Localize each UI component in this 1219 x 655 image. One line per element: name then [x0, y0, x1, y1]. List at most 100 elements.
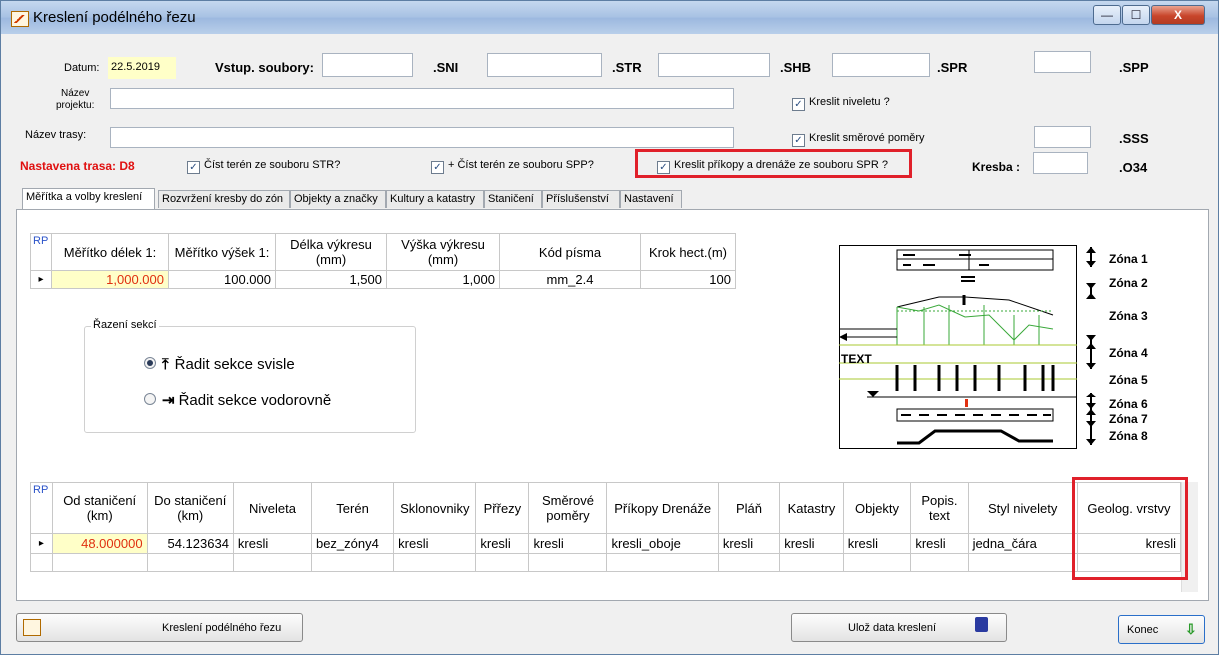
kreslit-smerove-label: Kreslit směrové poměry [809, 132, 925, 144]
kresleni-button-label: Kreslení podélného řezu [162, 622, 282, 634]
cell-delka-vykresu[interactable]: 1,500 [275, 270, 387, 289]
col-prirezy[interactable]: Přřezy [475, 482, 530, 534]
tab-staniceni[interactable]: Staničení [484, 190, 542, 208]
cell-popis-text[interactable]: kresli [910, 533, 969, 554]
nazev-trasy-field[interactable] [110, 127, 734, 148]
diagram-text-label: TEXT [841, 352, 872, 366]
spp-file-field[interactable] [1034, 51, 1091, 73]
cell-do-staniceni[interactable]: 54.123634 [146, 533, 234, 554]
col-teren[interactable]: Terén [310, 482, 395, 534]
radio-selected-icon [144, 357, 156, 369]
kreslit-smerove-checkbox[interactable]: ✓ Kreslit směrové poměry [792, 132, 925, 147]
main-window: Kreslení podélného řezu — ☐ X Datum: 22.… [0, 0, 1219, 655]
radio-razeni-vodorovne[interactable]: ⇥ Řadit sekce vodorovně [144, 391, 331, 409]
ext-str-label: .STR [612, 60, 642, 75]
radio-razeni-svisle[interactable]: ⤒ Řadit sekce svisle [144, 356, 295, 373]
sni-file-field[interactable] [322, 53, 413, 77]
cell-sklonovniky[interactable]: kresli [393, 533, 477, 554]
col-sklonovniky[interactable]: Sklonovniky [393, 482, 477, 534]
tab-kultury[interactable]: Kultury a katastry [386, 190, 484, 208]
cell-teren[interactable]: bez_zóny4 [310, 533, 395, 554]
row-selector-icon[interactable]: ▸ [30, 270, 52, 289]
col-smerove-pomery[interactable]: Směrové poměry [528, 482, 608, 534]
col-plan[interactable]: Pláň [717, 482, 781, 534]
check-icon: ✓ [792, 98, 805, 111]
col-meritko-vysek[interactable]: Měřítko výšek 1: [168, 233, 276, 271]
cell-vyska-vykresu[interactable]: 1,000 [386, 270, 500, 289]
datum-field[interactable]: 22.5.2019 [108, 57, 176, 79]
uloz-data-kresleni-button[interactable]: Ulož data kreslení [791, 613, 1007, 642]
col-prikopy-drenaze[interactable]: Příkopy Drenáže [606, 482, 719, 534]
cell-plan[interactable]: kresli [717, 533, 781, 554]
col-niveleta[interactable]: Niveleta [232, 482, 312, 534]
zone-6-label: Zóna 6 [1109, 397, 1148, 411]
konec-button[interactable]: Konec ⇩ [1118, 615, 1205, 644]
cell-styl-nivelety[interactable]: jedna_čára [967, 533, 1078, 554]
tab-nastaveni[interactable]: Nastavení [620, 190, 682, 208]
scale-rp-header: RP [30, 233, 52, 271]
nazev-projektu-label-1: Název [61, 88, 90, 99]
col-objekty[interactable]: Objekty [842, 482, 912, 534]
col-kod-pisma[interactable]: Kód písma [499, 233, 641, 271]
col-popis-text[interactable]: Popis. text [910, 482, 969, 534]
ext-sss-label: .SSS [1119, 131, 1149, 146]
razeni-sekci-group [84, 326, 416, 433]
kreslit-prikopy-checkbox[interactable]: ✓ Kreslit příkopy a drenáže ze souboru SP… [657, 159, 888, 174]
razeni-svisle-label: Řadit sekce svisle [174, 356, 295, 373]
col-delka-vykresu[interactable]: Délka výkresu (mm) [275, 233, 387, 271]
col-styl-nivelety[interactable]: Styl nivelety [967, 482, 1078, 534]
cell-prirezy[interactable]: kresli [475, 533, 530, 554]
col-od-staniceni[interactable]: Od staničení (km) [51, 482, 148, 534]
tab-meritka[interactable]: Měřítka a volby kreslení [22, 188, 155, 209]
cell-objekty[interactable]: kresli [842, 533, 912, 554]
check-icon: ✓ [187, 161, 200, 174]
cell-krok-hect[interactable]: 100 [640, 270, 736, 289]
cell-kod-pisma[interactable]: mm_2.4 [499, 270, 641, 289]
cell-meritko-delek[interactable]: 1,000.000 [51, 270, 169, 289]
cell-smerove-pomery[interactable]: kresli [528, 533, 608, 554]
col-do-staniceni[interactable]: Do staničení (km) [146, 482, 234, 534]
tab-rozvrzeni[interactable]: Rozvržení kresby do zón [158, 190, 290, 208]
zone-5-label: Zóna 5 [1109, 373, 1148, 387]
sections-data-row[interactable]: ▸ 48.000000 54.123634 kresli bez_zóny4 k… [30, 533, 1182, 554]
cell-katastry[interactable]: kresli [779, 533, 844, 554]
nazev-projektu-field[interactable] [110, 88, 734, 109]
shb-file-field[interactable] [658, 53, 770, 77]
col-katastry[interactable]: Katastry [779, 482, 844, 534]
cell-prikopy-drenaze[interactable]: kresli_oboje [606, 533, 719, 554]
check-icon: ✓ [657, 161, 670, 174]
str-file-field[interactable] [487, 53, 602, 77]
col-meritko-delek[interactable]: Měřítko délek 1: [51, 233, 169, 271]
arrow-right-bar-icon: ⇥ [162, 392, 175, 409]
tab-prislusenstvi[interactable]: Příslušenství [542, 190, 620, 208]
kresba-field[interactable] [1033, 152, 1088, 174]
scale-data-row[interactable]: ▸ 1,000.000 100.000 1,500 1,000 mm_2.4 1… [30, 270, 736, 289]
cist-teren-spp-checkbox[interactable]: ✓ + Číst terén ze souboru SPP? [431, 159, 594, 174]
kresleni-podelneho-rezu-button[interactable]: Kreslení podélného řezu [16, 613, 303, 642]
zone-8-label: Zóna 8 [1109, 429, 1148, 443]
cist-teren-spp-label: + Číst terén ze souboru SPP? [448, 159, 594, 171]
kreslit-niveletu-checkbox[interactable]: ✓ Kreslit niveletu ? [792, 96, 890, 111]
kreslit-niveletu-label: Kreslit niveletu ? [809, 96, 890, 108]
col-vyska-vykresu[interactable]: Výška výkresu (mm) [386, 233, 500, 271]
nazev-trasy-label: Název trasy: [25, 129, 87, 141]
minimize-button[interactable]: — [1093, 5, 1121, 25]
title-bar: Kreslení podélného řezu — ☐ X [1, 1, 1218, 34]
zone-4-label: Zóna 4 [1109, 346, 1148, 360]
cell-od-staniceni[interactable]: 48.000000 [51, 533, 148, 554]
cist-teren-str-checkbox[interactable]: ✓ Číst terén ze souboru STR? [187, 159, 340, 174]
maximize-button[interactable]: ☐ [1122, 5, 1150, 25]
cell-meritko-vysek[interactable]: 100.000 [168, 270, 276, 289]
row-selector-icon[interactable]: ▸ [30, 533, 53, 554]
sections-empty-row[interactable] [30, 553, 1182, 572]
tab-objekty[interactable]: Objekty a značky [290, 190, 386, 208]
arrow-up-bar-icon: ⤒ [162, 356, 169, 373]
kresba-label: Kresba : [972, 160, 1021, 174]
sss-file-field[interactable] [1034, 126, 1091, 148]
col-krok-hect[interactable]: Krok hect.(m) [640, 233, 736, 271]
spr-file-field[interactable] [832, 53, 930, 77]
check-icon: ✓ [431, 161, 444, 174]
cell-niveleta[interactable]: kresli [232, 533, 312, 554]
ext-spp-label: .SPP [1119, 60, 1149, 75]
close-button[interactable]: X [1151, 5, 1205, 25]
